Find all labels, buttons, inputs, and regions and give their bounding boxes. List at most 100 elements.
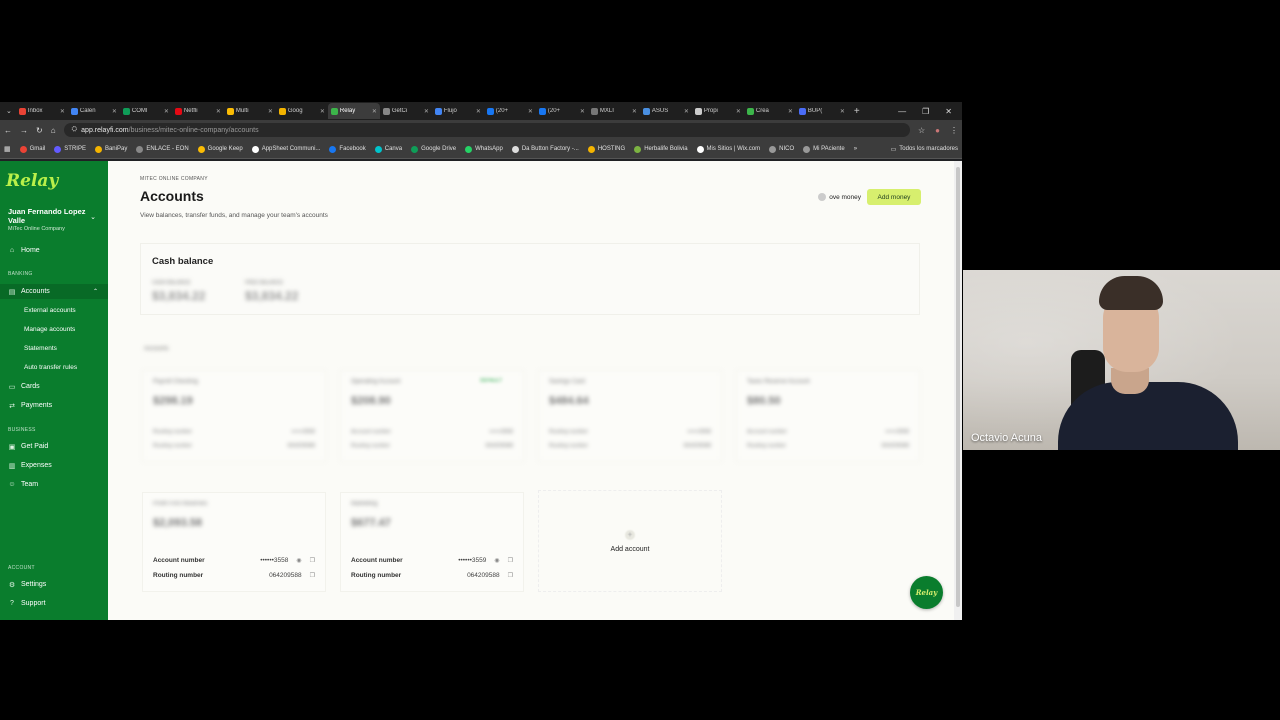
browser-tab[interactable]: Crea ✕ xyxy=(744,103,796,119)
browser-tab[interactable]: Multi ✕ xyxy=(224,103,276,119)
copy-icon[interactable]: ❐ xyxy=(508,557,513,564)
bookmark-item[interactable]: Mis Sitios | Wix.com xyxy=(696,145,760,153)
bookmark-item[interactable]: Facebook xyxy=(329,145,366,153)
browser-tab[interactable]: Flujo ✕ xyxy=(432,103,484,119)
bookmark-star-icon[interactable]: ☆ xyxy=(918,126,925,135)
add-account-card[interactable]: + Add account xyxy=(538,490,722,592)
bookmark-item[interactable]: Canva xyxy=(374,145,402,153)
bookmark-item[interactable]: Gmail xyxy=(19,145,45,153)
profile-icon[interactable]: ● xyxy=(935,126,940,135)
close-window-icon[interactable]: ✕ xyxy=(945,107,952,116)
new-tab-button[interactable]: + xyxy=(848,106,866,117)
sidebar-item-get-paid[interactable]: ▣ Get Paid xyxy=(0,439,108,454)
tab-close-icon[interactable]: ✕ xyxy=(528,108,533,115)
sidebar-item-team[interactable]: ☺ Team xyxy=(0,477,108,492)
home-icon[interactable]: ⌂ xyxy=(51,126,56,135)
bookmark-item[interactable]: HOSTING xyxy=(587,145,625,153)
sidebar-subitem-manage-accounts[interactable]: Manage accounts xyxy=(24,326,75,333)
browser-tab[interactable]: COMI ✕ xyxy=(120,103,172,119)
bookmark-item[interactable]: NICO xyxy=(769,145,794,153)
bookmark-item[interactable]: WhatsApp xyxy=(465,145,503,153)
account-name: Payroll Checking xyxy=(153,379,199,385)
bookmark-label: AppSheet Communi... xyxy=(261,146,321,152)
tab-label: Relay xyxy=(339,108,356,114)
eye-icon[interactable]: ◉ xyxy=(296,557,301,564)
back-icon[interactable]: ← xyxy=(4,126,12,135)
relay-help-button[interactable]: Relay xyxy=(910,576,943,609)
sidebar-subitem-external-accounts[interactable]: External accounts xyxy=(24,307,76,314)
tab-close-icon[interactable]: ✕ xyxy=(580,108,585,115)
bookmarks-overflow-button[interactable]: » xyxy=(854,146,857,152)
sidebar-subitem-auto-transfer-rules[interactable]: Auto transfer rules xyxy=(24,364,77,371)
account-card[interactable]: Taxes Reserve Account $80.50 Account num… xyxy=(736,370,920,462)
browser-tab[interactable]: Calen ✕ xyxy=(68,103,120,119)
tab-close-icon[interactable]: ✕ xyxy=(632,108,637,115)
browser-tab[interactable]: Inbox ✕ xyxy=(16,103,68,119)
bookmark-item[interactable]: ENLACE - EON xyxy=(136,145,189,153)
tab-search-icon[interactable]: ⌄ xyxy=(2,107,16,115)
browser-tab[interactable]: (20+ ✕ xyxy=(536,103,588,119)
minimize-icon[interactable]: — xyxy=(898,107,906,116)
sidebar-subitem-statements[interactable]: Statements xyxy=(24,345,57,352)
bookmark-item[interactable]: STRIPE xyxy=(54,145,86,153)
browser-tab[interactable]: GetCi ✕ xyxy=(380,103,432,119)
bookmark-item[interactable]: Google Drive xyxy=(411,145,456,153)
browser-tab[interactable]: Relay ✕ xyxy=(327,103,380,119)
tab-close-icon[interactable]: ✕ xyxy=(424,108,429,115)
copy-icon[interactable]: ❐ xyxy=(508,572,513,579)
bookmark-item[interactable]: AppSheet Communi... xyxy=(251,145,321,153)
tab-close-icon[interactable]: ✕ xyxy=(840,108,845,115)
sidebar-item-payments[interactable]: ⇄ Payments xyxy=(0,398,108,413)
sidebar-item-expenses[interactable]: ▥ Expenses xyxy=(0,458,108,473)
maximize-icon[interactable]: ❐ xyxy=(922,107,929,116)
browser-tab[interactable]: Propi ✕ xyxy=(692,103,744,119)
tab-close-icon[interactable]: ✕ xyxy=(788,108,793,115)
account-card[interactable]: Marketing $677.47 Account number ••••••35… xyxy=(340,492,524,592)
sidebar-item-accounts[interactable]: ▤ Accounts ⌃ xyxy=(0,284,108,299)
url-field[interactable]: ⛭ app.relayfi.com/business/mitec-online-… xyxy=(63,123,910,137)
reload-icon[interactable]: ↻ xyxy=(36,126,43,135)
sidebar-item-settings[interactable]: ⚙ Settings xyxy=(0,577,108,592)
copy-icon[interactable]: ❐ xyxy=(310,557,315,564)
bookmark-item[interactable]: Mi PAciente xyxy=(803,145,845,153)
browser-tab[interactable]: Goog ✕ xyxy=(276,103,328,119)
sidebar-item-cards[interactable]: ▭ Cards xyxy=(0,379,108,394)
user-switcher[interactable]: Juan Fernando Lopez Valle MiTec Online C… xyxy=(8,207,100,232)
menu-icon[interactable]: ⋮ xyxy=(950,126,958,135)
tab-close-icon[interactable]: ✕ xyxy=(164,108,169,115)
forward-icon[interactable]: → xyxy=(20,126,28,135)
add-money-button[interactable]: Add money xyxy=(867,189,921,205)
move-money-button[interactable]: ove money xyxy=(806,190,861,204)
account-card[interactable]: Profit First Reserves $2,093.58 Account … xyxy=(142,492,326,592)
tab-close-icon[interactable]: ✕ xyxy=(268,108,273,115)
account-card[interactable]: Savings Card $484.64 Routing number •••••… xyxy=(538,370,722,462)
scrollbar[interactable] xyxy=(954,161,962,620)
tab-close-icon[interactable]: ✕ xyxy=(60,108,65,115)
all-bookmarks-button[interactable]: ▭ Todos los marcadores xyxy=(891,146,958,153)
copy-icon[interactable]: ❐ xyxy=(310,572,315,579)
bookmark-item[interactable]: BaniPay xyxy=(94,145,127,153)
account-card[interactable]: Payroll Checking $298.19 Routing number •… xyxy=(142,370,326,462)
apps-grid-icon[interactable]: ▦ xyxy=(4,145,11,153)
tab-close-icon[interactable]: ✕ xyxy=(684,108,689,115)
browser-tab[interactable]: MXLI ✕ xyxy=(588,103,640,119)
browser-tab[interactable]: (20+ ✕ xyxy=(484,103,536,119)
tab-close-icon[interactable]: ✕ xyxy=(320,108,325,115)
tab-close-icon[interactable]: ✕ xyxy=(216,108,221,115)
sidebar-item-label: Team xyxy=(21,481,39,488)
tab-close-icon[interactable]: ✕ xyxy=(112,108,117,115)
browser-tab[interactable]: BUP(✕ xyxy=(796,103,848,119)
account-name: Marketing xyxy=(351,501,378,507)
browser-tab[interactable]: ASUS ✕ xyxy=(640,103,692,119)
tab-close-icon[interactable]: ✕ xyxy=(476,108,481,115)
bookmark-item[interactable]: Google Keep xyxy=(197,145,243,153)
bookmark-item[interactable]: Da Button Factory -... xyxy=(511,145,579,153)
eye-icon[interactable]: ◉ xyxy=(494,557,499,564)
browser-tab[interactable]: Netfli ✕ xyxy=(172,103,224,119)
tab-close-icon[interactable]: ✕ xyxy=(736,108,741,115)
tab-close-icon[interactable]: ✕ xyxy=(372,108,377,115)
sidebar-item-support[interactable]: ? Support xyxy=(0,596,108,611)
scrollbar-thumb[interactable] xyxy=(956,167,960,607)
bookmark-item[interactable]: Herbalife Bolivia xyxy=(634,145,688,153)
sidebar-item-home[interactable]: ⌂ Home xyxy=(0,243,108,258)
